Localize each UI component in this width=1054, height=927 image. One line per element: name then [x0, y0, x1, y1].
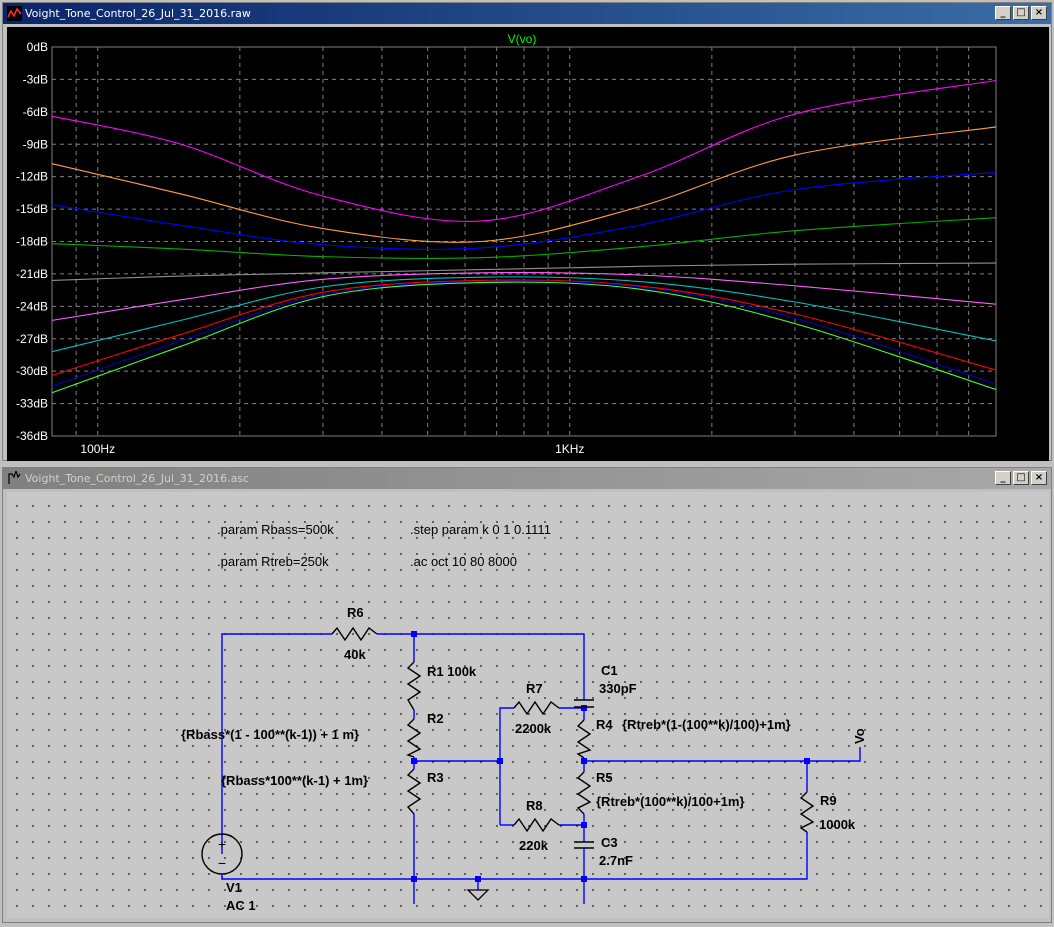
resistor-r2[interactable] [406, 718, 422, 758]
plot-window-titlebar[interactable]: Voight_Tone_Control_26_Jul_31_2016.raw _… [3, 3, 1051, 24]
x-tick-label: 1KHz [555, 442, 584, 456]
label-c1[interactable]: C1 [601, 663, 618, 678]
resistor-r8[interactable] [513, 817, 560, 833]
label-r1[interactable]: R1 100k [427, 664, 477, 679]
label-r8[interactable]: R8 [526, 798, 543, 813]
schematic-canvas[interactable]: .param Rbass=500k .param Rtreb=250k .ste… [7, 492, 1049, 918]
y-tick-label: -33dB [16, 397, 48, 411]
y-tick-label: -9dB [23, 137, 48, 151]
value-r6[interactable]: 40k [344, 647, 366, 662]
label-v1[interactable]: V1 [226, 880, 242, 895]
svg-text:+: + [218, 836, 226, 852]
maximize-button[interactable]: □ [1013, 6, 1029, 20]
label-r9[interactable]: R9 [820, 793, 837, 808]
resistor-r1[interactable] [406, 661, 422, 711]
schematic-drawing[interactable]: .param Rbass=500k .param Rtreb=250k .ste… [7, 492, 1049, 918]
maximize-button[interactable]: □ [1013, 471, 1029, 485]
y-tick-label: -6dB [23, 105, 48, 119]
value-r4[interactable]: {Rtreb*(1-(100**k)/100)+1m} [622, 717, 791, 732]
label-c3[interactable]: C3 [601, 835, 618, 850]
resistor-r9[interactable] [799, 791, 815, 833]
y-tick-label: 0dB [27, 40, 48, 54]
y-tick-label: -21dB [16, 267, 48, 281]
label-r7[interactable]: R7 [526, 681, 543, 696]
voltage-source-v1[interactable]: + − [201, 833, 243, 879]
schematic-window[interactable]: Voight_Tone_Control_26_Jul_31_2016.asc _… [2, 467, 1052, 923]
value-r2[interactable]: {Rbass*(1 - 100**(k-1)) + 1 m} [181, 727, 359, 742]
label-r6[interactable]: R6 [347, 605, 364, 620]
ground-icon[interactable] [466, 889, 490, 901]
waveform-icon [7, 6, 22, 21]
directive-ac[interactable]: .ac oct 10 80 8000 [410, 554, 517, 569]
close-button[interactable]: × [1031, 471, 1047, 485]
value-c3[interactable]: 2.7nF [599, 853, 633, 868]
capacitor-c3[interactable] [574, 841, 594, 854]
waveform-plot[interactable]: 0dB -3dB -6dB -9dB -12dB -15dB -18dB -21dB -24dB… [7, 27, 1049, 461]
value-r8[interactable]: 220k [519, 838, 549, 853]
label-r3[interactable]: R3 [427, 770, 444, 785]
svg-text:−: − [218, 855, 226, 871]
close-button[interactable]: × [1031, 6, 1047, 20]
schematic-icon [8, 471, 21, 484]
x-tick-label: 100Hz [80, 442, 115, 456]
value-r3[interactable]: {Rbass*100**(k-1) + 1m} [221, 773, 368, 788]
resistor-r7[interactable] [513, 700, 560, 716]
capacitor-c1[interactable] [574, 699, 594, 714]
net-label-vo[interactable]: Vo [852, 728, 867, 744]
plot-canvas[interactable]: 0dB -3dB -6dB -9dB -12dB -15dB -18dB -21dB -24dB… [7, 27, 1049, 461]
label-r5[interactable]: R5 [596, 770, 613, 785]
y-tick-label: -3dB [23, 72, 48, 86]
label-r4[interactable]: R4 [596, 717, 613, 732]
resistor-r3[interactable] [406, 768, 422, 815]
y-tick-label: -24dB [16, 299, 48, 313]
minimize-button[interactable]: _ [995, 471, 1011, 485]
plot-window[interactable]: Voight_Tone_Control_26_Jul_31_2016.raw _… [2, 2, 1052, 461]
value-c1[interactable]: 330pF [599, 681, 637, 696]
directive-step[interactable]: .step param k 0 1 0.1111 [410, 522, 551, 537]
y-tick-label: -27dB [16, 332, 48, 346]
plot-window-title: Voight_Tone_Control_26_Jul_31_2016.raw [25, 7, 251, 20]
value-r5[interactable]: {Rtreb*(100**k)/100+1m} [596, 794, 745, 809]
y-tick-label: -18dB [16, 235, 48, 249]
wires[interactable] [221, 633, 861, 904]
resistor-r6[interactable] [331, 626, 378, 642]
y-tick-label: -36dB [16, 429, 48, 443]
schematic-window-titlebar[interactable]: Voight_Tone_Control_26_Jul_31_2016.asc _… [3, 468, 1051, 489]
schematic-window-title: Voight_Tone_Control_26_Jul_31_2016.asc [25, 472, 250, 485]
label-r2[interactable]: R2 [427, 711, 444, 726]
resistor-r4[interactable] [576, 719, 592, 759]
value-v1[interactable]: AC 1 [226, 898, 256, 913]
y-tick-label: -30dB [16, 364, 48, 378]
y-tick-label: -12dB [16, 170, 48, 184]
directive-rtreb[interactable]: .param Rtreb=250k [217, 554, 329, 569]
y-tick-label: -15dB [16, 202, 48, 216]
value-r7[interactable]: 2200k [515, 721, 552, 736]
resistor-r5[interactable] [576, 771, 592, 815]
value-r9[interactable]: 1000k [819, 817, 856, 832]
minimize-button[interactable]: _ [995, 6, 1011, 20]
directive-rbass[interactable]: .param Rbass=500k [217, 522, 334, 537]
trace-label-vvo[interactable]: V(vo) [508, 32, 537, 46]
